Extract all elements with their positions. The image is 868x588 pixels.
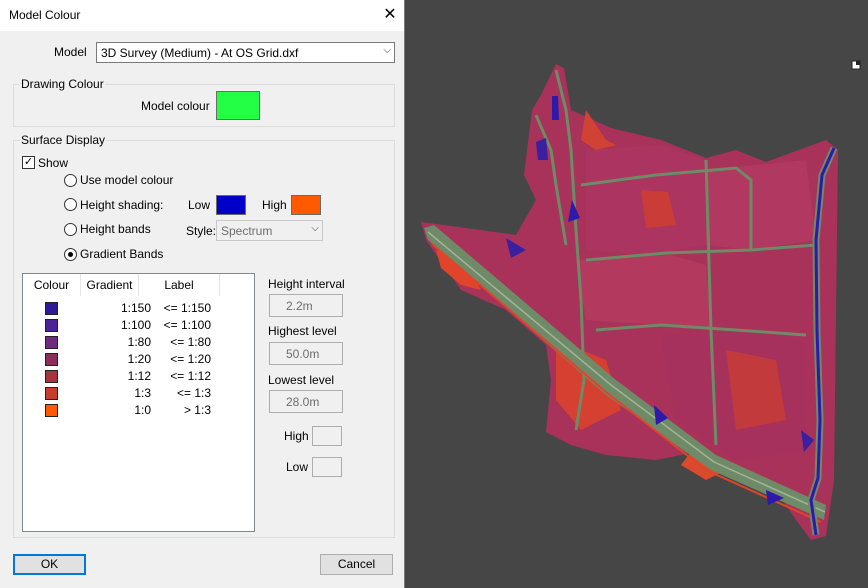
- band-label: <= 1:100: [163, 318, 211, 332]
- band-colour-swatch[interactable]: [45, 336, 58, 349]
- model-select-value: 3D Survey (Medium) - At OS Grid.dxf: [101, 46, 299, 60]
- band-gradient: 1:3: [134, 386, 151, 400]
- high-colour-swatch[interactable]: [291, 195, 321, 215]
- band-colour-swatch[interactable]: [45, 302, 58, 315]
- use-model-colour-label: Use model colour: [80, 173, 174, 187]
- band-label: <= 1:80: [170, 335, 211, 349]
- show-checkbox[interactable]: ✓: [22, 156, 35, 169]
- high-colour-label: High: [262, 198, 287, 212]
- height-shading-label: Height shading:: [80, 198, 164, 212]
- model-colour-label: Model colour: [141, 99, 210, 113]
- column-header-gradient[interactable]: Gradient: [81, 274, 139, 296]
- model-colour-swatch[interactable]: [216, 91, 260, 120]
- table-row[interactable]: 1:0 > 1:3: [23, 402, 254, 419]
- show-label: Show: [38, 156, 69, 170]
- highest-level-field[interactable]: 50.0m: [269, 342, 343, 365]
- band-gradient: 1:12: [127, 369, 151, 383]
- model-viewport[interactable]: [406, 0, 868, 588]
- band-label: <= 1:20: [170, 352, 211, 366]
- column-header-label[interactable]: Label: [139, 274, 220, 296]
- terrain-surface-render: [421, 60, 861, 540]
- terrain-patch: [576, 255, 711, 330]
- band-gradient: 1:0: [134, 403, 151, 417]
- band-gradient: 1:100: [120, 318, 151, 332]
- model-label: Model: [54, 45, 87, 59]
- gradient-bands-label: Gradient Bands: [80, 247, 164, 261]
- model-select[interactable]: 3D Survey (Medium) - At OS Grid.dxf ⌵: [96, 42, 395, 63]
- table-row[interactable]: 1:12 <= 1:12: [23, 368, 254, 385]
- table-row[interactable]: 1:100 <= 1:100: [23, 317, 254, 334]
- band-label: <= 1:3: [176, 386, 211, 400]
- low-gradient-area: [552, 96, 559, 120]
- high-swatch[interactable]: [312, 426, 342, 446]
- gradient-bands-list[interactable]: Colour Gradient Label 1:150 <= 1:150 1:1…: [22, 273, 255, 532]
- height-bands-radio[interactable]: [64, 223, 77, 236]
- terrain-patch: [706, 160, 816, 250]
- model-colour-dialog: Model Colour ✕ Model 3D Survey (Medium) …: [0, 0, 405, 588]
- low-label: Low: [286, 460, 309, 474]
- close-icon[interactable]: ✕: [382, 5, 398, 25]
- chevron-down-icon: ⌵: [311, 223, 319, 234]
- band-label: <= 1:12: [170, 369, 211, 383]
- column-header-colour[interactable]: Colour: [23, 274, 81, 296]
- low-colour-label: Low: [188, 198, 211, 212]
- style-label: Style:: [186, 224, 217, 238]
- lowest-level-value: 28.0m: [286, 395, 320, 409]
- use-model-colour-radio[interactable]: [64, 174, 77, 187]
- high-label: High: [284, 429, 309, 443]
- band-gradient: 1:80: [127, 335, 151, 349]
- table-row[interactable]: 1:80 <= 1:80: [23, 334, 254, 351]
- band-gradient: 1:20: [127, 352, 151, 366]
- band-colour-swatch[interactable]: [45, 387, 58, 400]
- table-row[interactable]: 1:3 <= 1:3: [23, 385, 254, 402]
- table-row[interactable]: 1:150 <= 1:150: [23, 300, 254, 317]
- table-row[interactable]: 1:20 <= 1:20: [23, 351, 254, 368]
- style-select[interactable]: Spectrum ⌵: [216, 220, 323, 241]
- low-swatch[interactable]: [312, 457, 342, 477]
- band-colour-swatch[interactable]: [45, 353, 58, 366]
- highest-level-label: Highest level: [268, 324, 337, 338]
- height-bands-label: Height bands: [80, 222, 151, 236]
- style-select-value: Spectrum: [221, 224, 273, 238]
- band-gradient: 1:150: [120, 301, 151, 315]
- band-colour-swatch[interactable]: [45, 404, 58, 417]
- height-interval-value: 2.2m: [286, 299, 313, 313]
- height-interval-field[interactable]: 2.2m: [269, 294, 343, 317]
- ok-button[interactable]: OK: [13, 554, 86, 575]
- gradient-bands-radio[interactable]: [64, 248, 77, 261]
- band-label: > 1:3: [183, 403, 211, 417]
- lowest-level-label: Lowest level: [268, 373, 335, 387]
- low-colour-swatch[interactable]: [216, 195, 246, 215]
- lowest-level-field[interactable]: 28.0m: [269, 390, 343, 413]
- dialog-title: Model Colour: [9, 8, 81, 22]
- height-interval-label: Height interval: [268, 277, 345, 291]
- height-shading-radio[interactable]: [64, 198, 77, 211]
- band-colour-swatch[interactable]: [45, 319, 58, 332]
- highest-level-value: 50.0m: [286, 347, 320, 361]
- band-label: <= 1:150: [163, 301, 211, 315]
- band-colour-swatch[interactable]: [45, 370, 58, 383]
- cancel-button[interactable]: Cancel: [320, 554, 393, 575]
- low-gradient-area: [536, 138, 548, 160]
- surface-display-group-title: Surface Display: [20, 133, 107, 147]
- title-bar: Model Colour ✕: [0, 0, 404, 31]
- drawing-colour-group-title: Drawing Colour: [20, 77, 105, 91]
- chevron-down-icon: ⌵: [383, 45, 391, 56]
